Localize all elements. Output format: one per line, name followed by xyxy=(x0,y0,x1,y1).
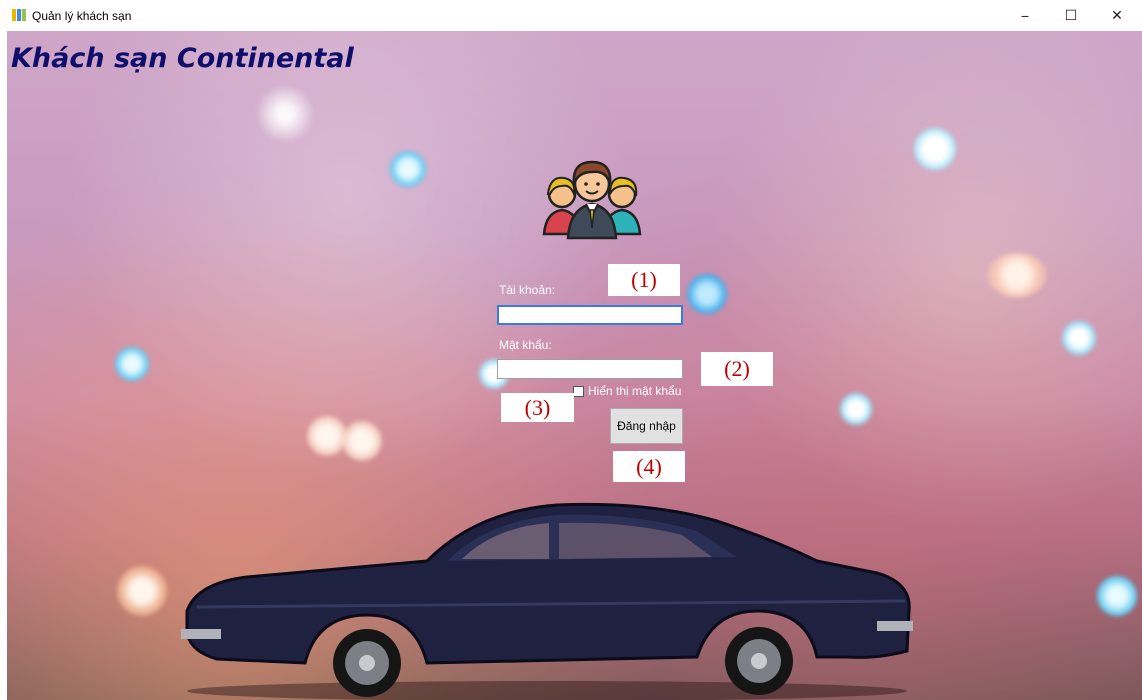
show-password-toggle[interactable]: Hiển thị mật khẩu xyxy=(573,384,681,398)
login-button[interactable]: Đăng nhập xyxy=(610,408,683,444)
app-icon xyxy=(12,9,26,21)
bokeh-light xyxy=(342,421,382,461)
car-image xyxy=(181,502,913,700)
hotel-title: Khách sạn Continental xyxy=(11,43,354,74)
bokeh-light xyxy=(390,151,426,187)
close-button[interactable]: ✕ xyxy=(1094,0,1140,31)
window-title: Quản lý khách sạn xyxy=(32,9,132,23)
password-label: Mật khẩu: xyxy=(499,338,552,352)
annotation-3: (3) xyxy=(501,393,574,422)
users-group-icon xyxy=(542,160,642,240)
bokeh-light xyxy=(987,253,1047,297)
annotation-2: (2) xyxy=(701,352,773,386)
annotation-1: (1) xyxy=(608,264,680,296)
maximize-button[interactable]: ☐ xyxy=(1048,0,1094,31)
bokeh-light xyxy=(1097,576,1137,616)
bokeh-light xyxy=(307,416,347,456)
minimize-button[interactable]: − xyxy=(1002,0,1048,31)
bokeh-light xyxy=(1062,321,1096,355)
bokeh-light xyxy=(115,347,149,381)
bokeh-light xyxy=(257,86,313,142)
bokeh-light xyxy=(687,274,727,314)
bokeh-light xyxy=(840,393,872,425)
username-input[interactable] xyxy=(497,305,683,325)
annotation-4: (4) xyxy=(613,451,685,482)
login-panel: Khách sạn Continental Tài khoản: Mật khẩ… xyxy=(7,31,1142,700)
show-password-label: Hiển thị mật khẩu xyxy=(588,384,682,398)
username-label: Tài khoản: xyxy=(499,283,556,297)
bokeh-light xyxy=(914,128,956,170)
bokeh-light xyxy=(117,566,167,616)
title-bar: Quản lý khách sạn − ☐ ✕ xyxy=(0,0,1142,31)
password-input[interactable] xyxy=(497,359,683,379)
show-password-checkbox[interactable] xyxy=(573,385,584,397)
